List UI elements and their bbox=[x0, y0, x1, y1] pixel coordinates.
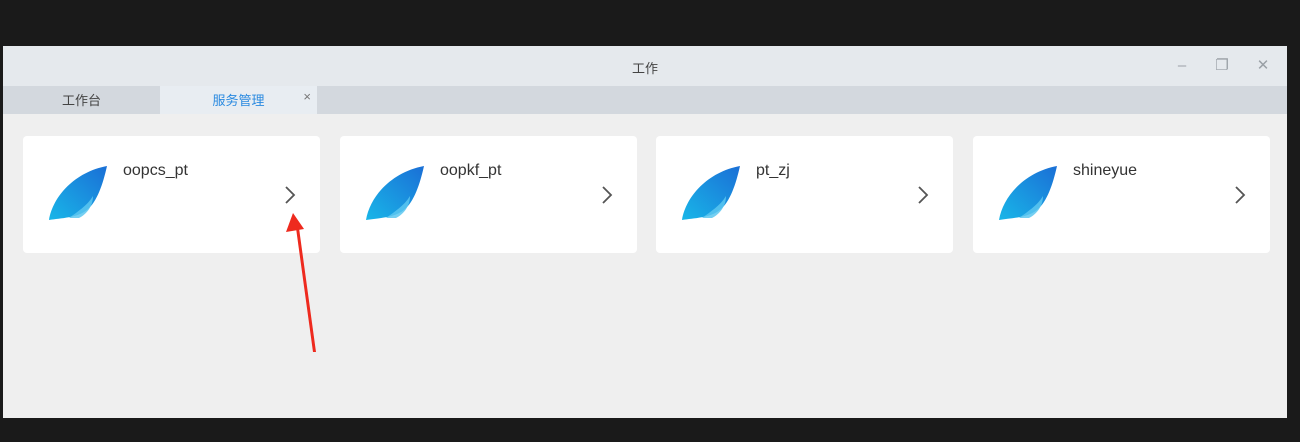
chevron-right-icon[interactable] bbox=[282, 184, 298, 206]
tab-label: 工作台 bbox=[61, 93, 101, 108]
service-card[interactable]: shineyue bbox=[973, 136, 1270, 253]
service-name: oopkf_pt bbox=[440, 162, 502, 179]
tab-bar: 工作台 服务管理 × bbox=[3, 86, 1287, 114]
chevron-right-icon[interactable] bbox=[1232, 184, 1248, 206]
service-card[interactable]: pt_zj bbox=[656, 136, 953, 253]
feather-logo-icon bbox=[49, 166, 107, 220]
chevron-right-icon[interactable] bbox=[915, 184, 931, 206]
title-bar: 工作 – ❐ ✕ bbox=[3, 46, 1287, 86]
service-card[interactable]: oopkf_pt bbox=[340, 136, 637, 253]
restore-icon[interactable]: ❐ bbox=[1214, 58, 1230, 74]
chevron-right-icon[interactable] bbox=[599, 184, 615, 206]
window-title: 工作 bbox=[631, 61, 658, 76]
service-card[interactable]: oopcs_pt bbox=[23, 136, 320, 253]
tab-close-icon[interactable]: × bbox=[303, 82, 311, 112]
minimize-icon[interactable]: – bbox=[1174, 58, 1190, 74]
close-icon[interactable]: ✕ bbox=[1255, 58, 1271, 74]
tab-workbench[interactable]: 工作台 bbox=[3, 86, 160, 114]
service-name: pt_zj bbox=[756, 162, 790, 179]
tab-service-management[interactable]: 服务管理 × bbox=[160, 86, 317, 114]
tab-label: 服务管理 bbox=[212, 93, 265, 108]
app-window: 工作 – ❐ ✕ 工作台 服务管理 × oopcs_pt oopkf_pt pt… bbox=[3, 46, 1287, 418]
feather-logo-icon bbox=[366, 166, 424, 220]
service-name: oopcs_pt bbox=[123, 162, 188, 179]
service-name: shineyue bbox=[1073, 162, 1138, 179]
feather-logo-icon bbox=[682, 166, 740, 220]
feather-logo-icon bbox=[999, 166, 1057, 220]
